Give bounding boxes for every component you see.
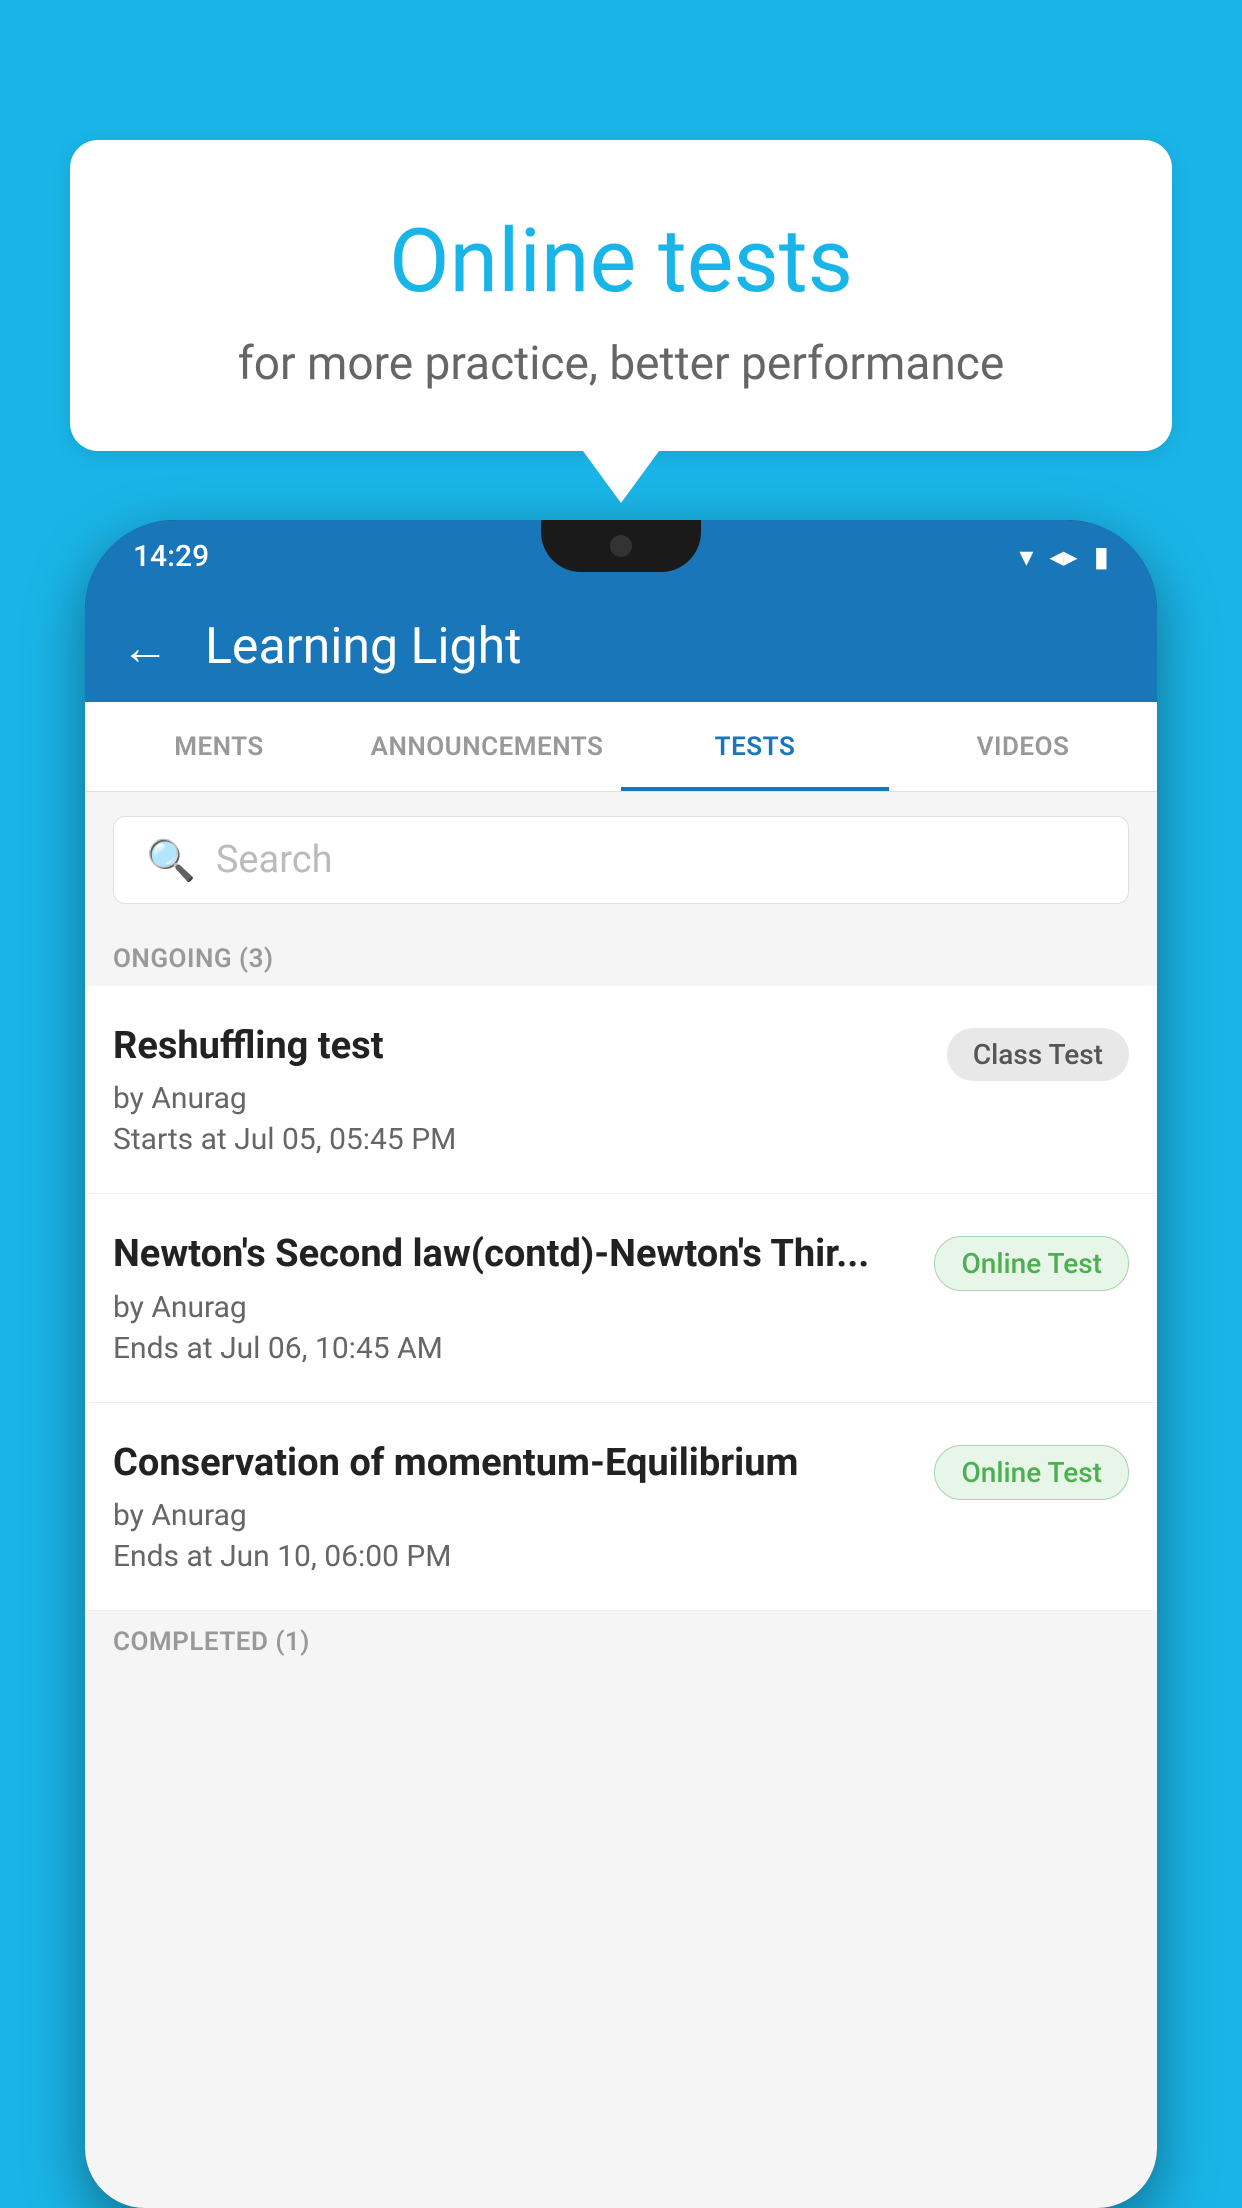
test-name: Conservation of momentum-Equilibrium bbox=[113, 1439, 914, 1488]
app-title: Learning Light bbox=[205, 618, 522, 676]
status-time: 14:29 bbox=[133, 539, 209, 574]
tab-tests[interactable]: TESTS bbox=[621, 702, 889, 791]
tabs-bar: MENTS ANNOUNCEMENTS TESTS VIDEOS bbox=[85, 702, 1157, 792]
completed-label: COMPLETED (1) bbox=[113, 1627, 310, 1657]
test-info: Reshuffling test by Anurag Starts at Jul… bbox=[113, 1022, 947, 1157]
tab-ments[interactable]: MENTS bbox=[85, 702, 353, 791]
test-badge-online: Online Test bbox=[934, 1236, 1129, 1291]
test-time: Ends at Jul 06, 10:45 AM bbox=[113, 1331, 914, 1366]
test-author: by Anurag bbox=[113, 1498, 914, 1533]
promo-bubble: Online tests for more practice, better p… bbox=[70, 140, 1172, 503]
search-placeholder: Search bbox=[216, 838, 333, 882]
tab-videos[interactable]: VIDEOS bbox=[889, 702, 1157, 791]
bubble-card: Online tests for more practice, better p… bbox=[70, 140, 1172, 451]
test-list: Reshuffling test by Anurag Starts at Jul… bbox=[85, 986, 1157, 1611]
test-item[interactable]: Newton's Second law(contd)-Newton's Thir… bbox=[85, 1194, 1157, 1402]
signal-icon: ◂▸ bbox=[1049, 540, 1077, 573]
notch bbox=[541, 520, 701, 572]
wifi-icon: ▾ bbox=[1019, 540, 1033, 573]
completed-section-header: COMPLETED (1) bbox=[85, 1611, 1157, 1669]
ongoing-label: ONGOING (3) bbox=[113, 944, 274, 974]
test-name: Reshuffling test bbox=[113, 1022, 927, 1071]
test-author: by Anurag bbox=[113, 1290, 914, 1325]
bubble-arrow bbox=[583, 451, 659, 503]
bubble-title: Online tests bbox=[150, 210, 1092, 313]
back-button[interactable]: ← bbox=[121, 619, 169, 676]
search-container: 🔍 Search bbox=[85, 792, 1157, 928]
test-badge-online: Online Test bbox=[934, 1445, 1129, 1500]
search-icon: 🔍 bbox=[146, 837, 196, 884]
test-info: Newton's Second law(contd)-Newton's Thir… bbox=[113, 1230, 934, 1365]
ongoing-section-header: ONGOING (3) bbox=[85, 928, 1157, 986]
status-bar: 14:29 ▾ ◂▸ ▮ bbox=[85, 520, 1157, 592]
test-item[interactable]: Reshuffling test by Anurag Starts at Jul… bbox=[85, 986, 1157, 1194]
test-name: Newton's Second law(contd)-Newton's Thir… bbox=[113, 1230, 914, 1279]
test-item[interactable]: Conservation of momentum-Equilibrium by … bbox=[85, 1403, 1157, 1611]
battery-icon: ▮ bbox=[1094, 540, 1109, 573]
camera bbox=[610, 535, 632, 557]
bubble-subtitle: for more practice, better performance bbox=[150, 337, 1092, 391]
app-header: ← Learning Light bbox=[85, 592, 1157, 702]
search-bar[interactable]: 🔍 Search bbox=[113, 816, 1129, 904]
test-time: Starts at Jul 05, 05:45 PM bbox=[113, 1122, 927, 1157]
status-icons: ▾ ◂▸ ▮ bbox=[1019, 540, 1109, 573]
test-author: by Anurag bbox=[113, 1081, 927, 1116]
test-time: Ends at Jun 10, 06:00 PM bbox=[113, 1539, 914, 1574]
tab-announcements[interactable]: ANNOUNCEMENTS bbox=[353, 702, 621, 791]
test-badge-class: Class Test bbox=[947, 1028, 1129, 1081]
test-info: Conservation of momentum-Equilibrium by … bbox=[113, 1439, 934, 1574]
phone-frame: 14:29 ▾ ◂▸ ▮ ← Learning Light MENTS ANNO… bbox=[85, 520, 1157, 2208]
phone-content: 🔍 Search ONGOING (3) Reshuffling test by… bbox=[85, 792, 1157, 2208]
